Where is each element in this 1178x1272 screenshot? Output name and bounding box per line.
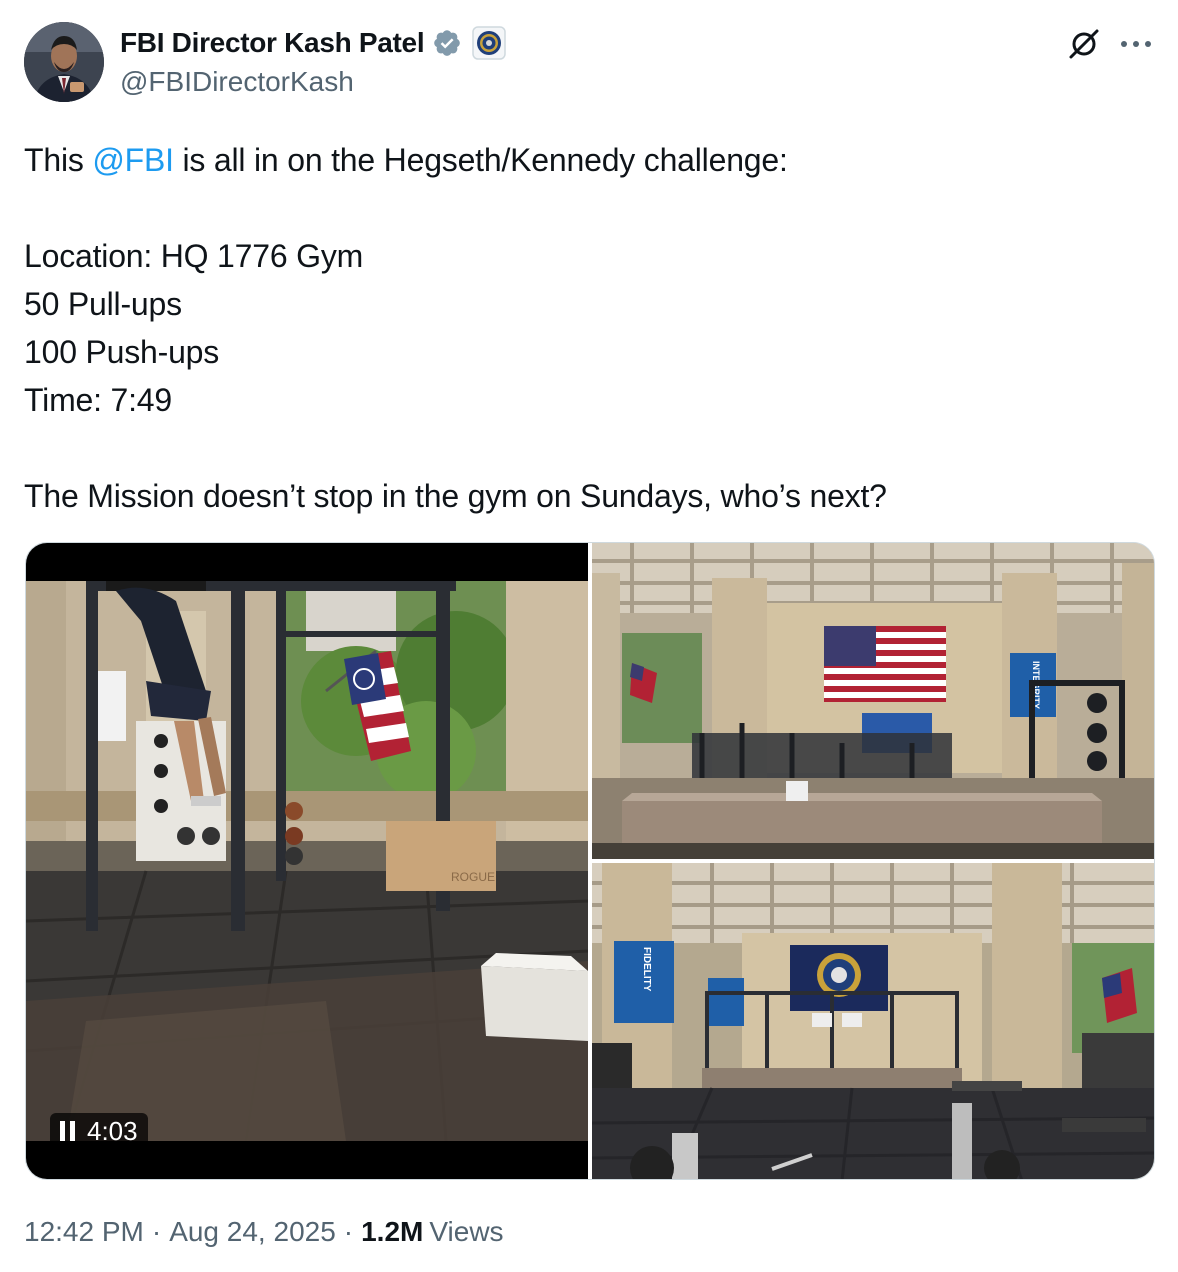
meta-separator: · [343, 1216, 354, 1247]
media-grid: ROGUE 4:03 INTEGRITY FIDELITY [25, 542, 1155, 1180]
rogue-box-label: ROGUE [451, 870, 495, 884]
video-time: 4:03 [87, 1115, 138, 1146]
tweet-line-intro: This @FBI is all in on the Hegseth/Kenne… [24, 136, 1144, 184]
fidelity-banner-label: FIDELITY [641, 947, 652, 992]
tweet-intro-suffix: is all in on the Hegseth/Kennedy challen… [173, 142, 788, 178]
video-player[interactable]: ROGUE 4:03 [26, 543, 588, 1179]
author-name-row: FBI Director Kash Patel [120, 24, 507, 62]
video-frame: ROGUE [26, 581, 588, 1141]
verified-badge-icon[interactable] [432, 28, 462, 58]
views-label: Views [429, 1216, 504, 1247]
gym-photo-fbi-seal-image: FIDELITY [592, 863, 1154, 1179]
views-count: 1.2M [361, 1216, 424, 1247]
tweet-time-link[interactable]: 12:42 PM [24, 1216, 144, 1248]
pause-icon[interactable] [60, 1121, 75, 1141]
grok-icon [1069, 29, 1099, 59]
grok-button[interactable] [1064, 24, 1104, 64]
video-time-pill[interactable]: 4:03 [50, 1113, 148, 1149]
tweet-line-pullups: 50 Pull-ups [24, 286, 182, 322]
tweet-date-link[interactable]: Aug 24, 2025 [169, 1216, 336, 1248]
tweet-line-time: Time: 7:49 [24, 382, 172, 418]
author-handle[interactable]: @FBIDirectorKash [120, 66, 354, 98]
tweet-line-pushups: 100 Push-ups [24, 334, 220, 370]
tweet-line-location: Location: HQ 1776 Gym [24, 238, 364, 274]
tweet-text: This @FBI is all in on the Hegseth/Kenne… [24, 136, 1144, 520]
fbi-mention-link[interactable]: @FBI [92, 142, 174, 178]
gym-photo-fbi-seal[interactable]: FIDELITY [592, 863, 1154, 1179]
gym-photo-flag-image: INTEGRITY [592, 543, 1154, 859]
gym-photo-flag[interactable]: INTEGRITY [592, 543, 1154, 859]
author-avatar[interactable] [24, 22, 104, 102]
meta-separator: · [151, 1216, 162, 1247]
tweet-line-closing: The Mission doesn’t stop in the gym on S… [24, 478, 887, 514]
author-display-name[interactable]: FBI Director Kash Patel [120, 27, 425, 59]
fbi-seal-icon[interactable] [472, 26, 507, 60]
tweet-meta: 12:42 PM · Aug 24, 2025 · 1.2M Views [24, 1216, 504, 1248]
more-options-button[interactable] [1114, 24, 1158, 64]
tweet-intro-prefix: This [24, 142, 93, 178]
ellipsis-icon [1121, 41, 1151, 47]
